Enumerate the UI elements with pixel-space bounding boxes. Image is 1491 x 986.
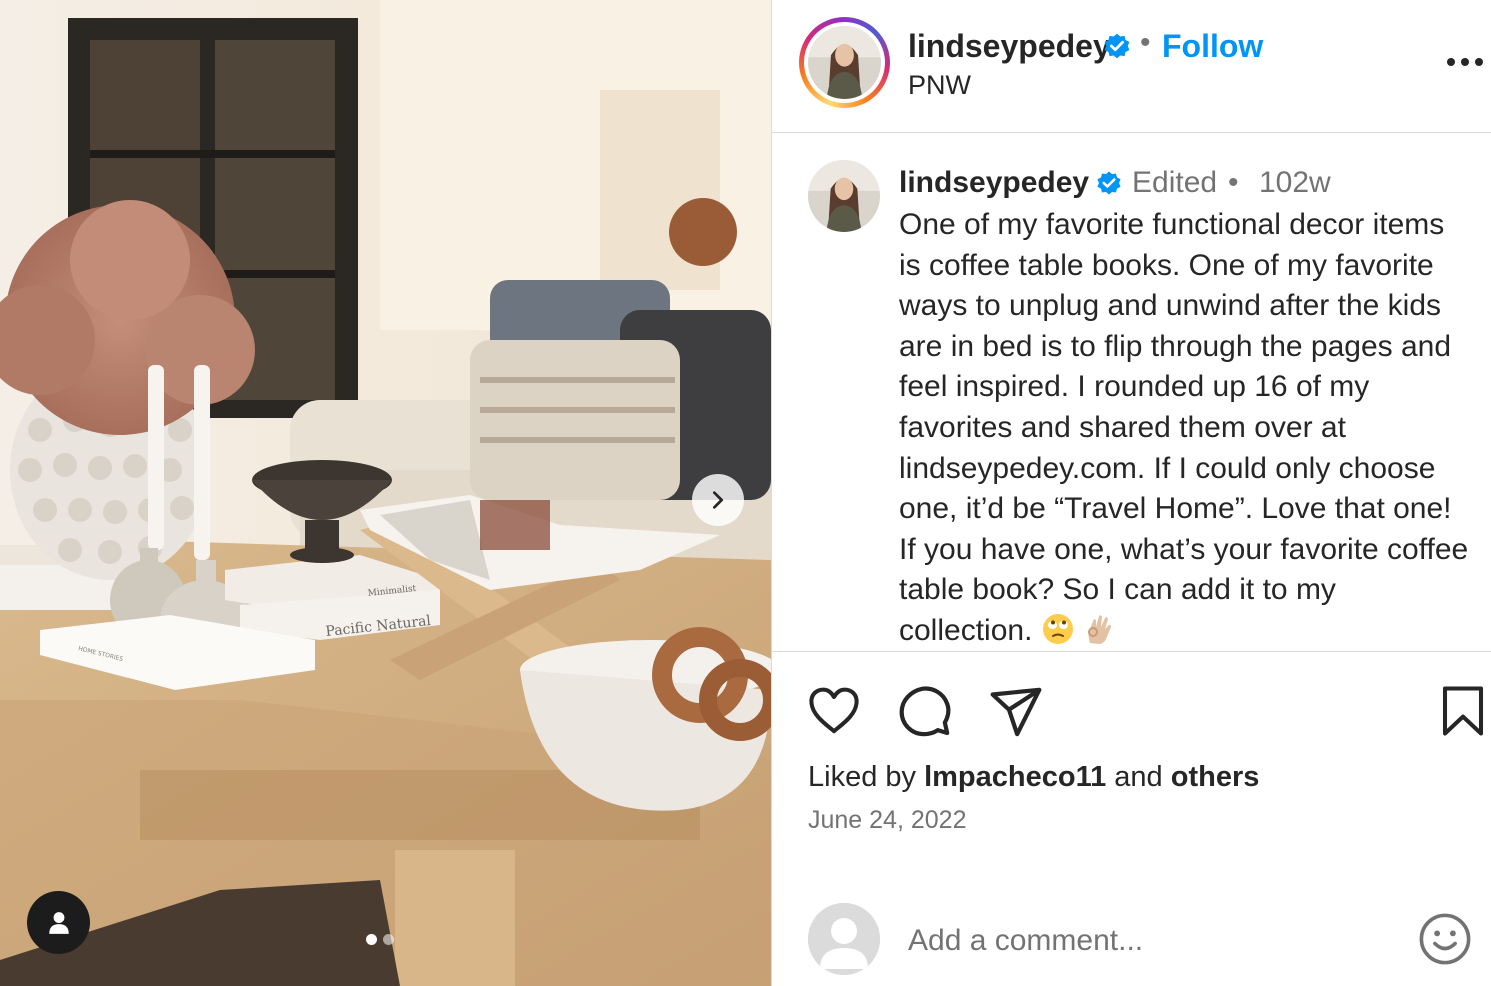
face-with-rolling-eyes-emoji [1043,613,1074,644]
chevron-right-icon [712,491,724,509]
likes-user[interactable]: lmpacheco11 [924,761,1106,793]
caption-username[interactable]: lindseypedey [899,166,1089,200]
carousel-dot-1 [366,934,377,945]
edited-label: Edited [1132,166,1218,199]
carousel-dot-2 [383,934,394,945]
next-photo-button[interactable] [692,474,744,526]
more-options-button[interactable] [1440,40,1490,84]
story-ring-avatar[interactable] [799,17,890,108]
header-separator: • [1140,26,1151,59]
post-author-username[interactable]: lindseypedey [908,28,1111,65]
user-tag-icon [48,911,69,934]
coffee-table-photo: Minimalist Pacific Natural HOME STORIES [0,0,771,986]
post-location[interactable]: PNW [908,70,971,101]
bookmark-icon[interactable] [1438,684,1488,738]
caption-separator: • [1228,166,1239,199]
follow-button[interactable]: Follow [1162,28,1263,65]
verified-badge-icon [1097,171,1121,195]
share-icon[interactable] [988,684,1044,740]
heart-icon[interactable] [806,684,862,738]
emoji-icon[interactable] [1418,912,1472,966]
likes-others[interactable]: others [1171,761,1260,793]
likes-summary: Liked by lmpacheco11 and others [808,761,1259,794]
verified-badge-icon [1104,33,1130,59]
more-options-icon [1447,58,1483,66]
add-comment-input[interactable] [908,916,1388,966]
current-user-avatar [808,903,880,975]
ok-hand-emoji [1088,615,1112,644]
likes-prefix: Liked by [808,761,917,793]
tagged-users-button[interactable] [27,891,90,954]
carousel-indicator [366,934,394,945]
post-date: June 24, 2022 [808,806,967,834]
post-photo[interactable]: Minimalist Pacific Natural HOME STORIES [0,0,771,986]
caption-avatar[interactable] [808,160,880,232]
avatar [808,26,881,99]
comment-icon[interactable] [897,684,953,740]
likes-conj: and [1114,761,1163,793]
caption-text: One of my favorite functional decor item… [899,205,1474,651]
post-timestamp[interactable]: 102w [1259,166,1331,200]
post-header: lindseypedey • Follow PNW [772,0,1491,133]
default-avatar-icon [808,903,880,975]
post-caption: lindseypedey Edited • 102w One of my fav… [772,134,1491,652]
caption-body: One of my favorite functional decor item… [899,208,1469,647]
